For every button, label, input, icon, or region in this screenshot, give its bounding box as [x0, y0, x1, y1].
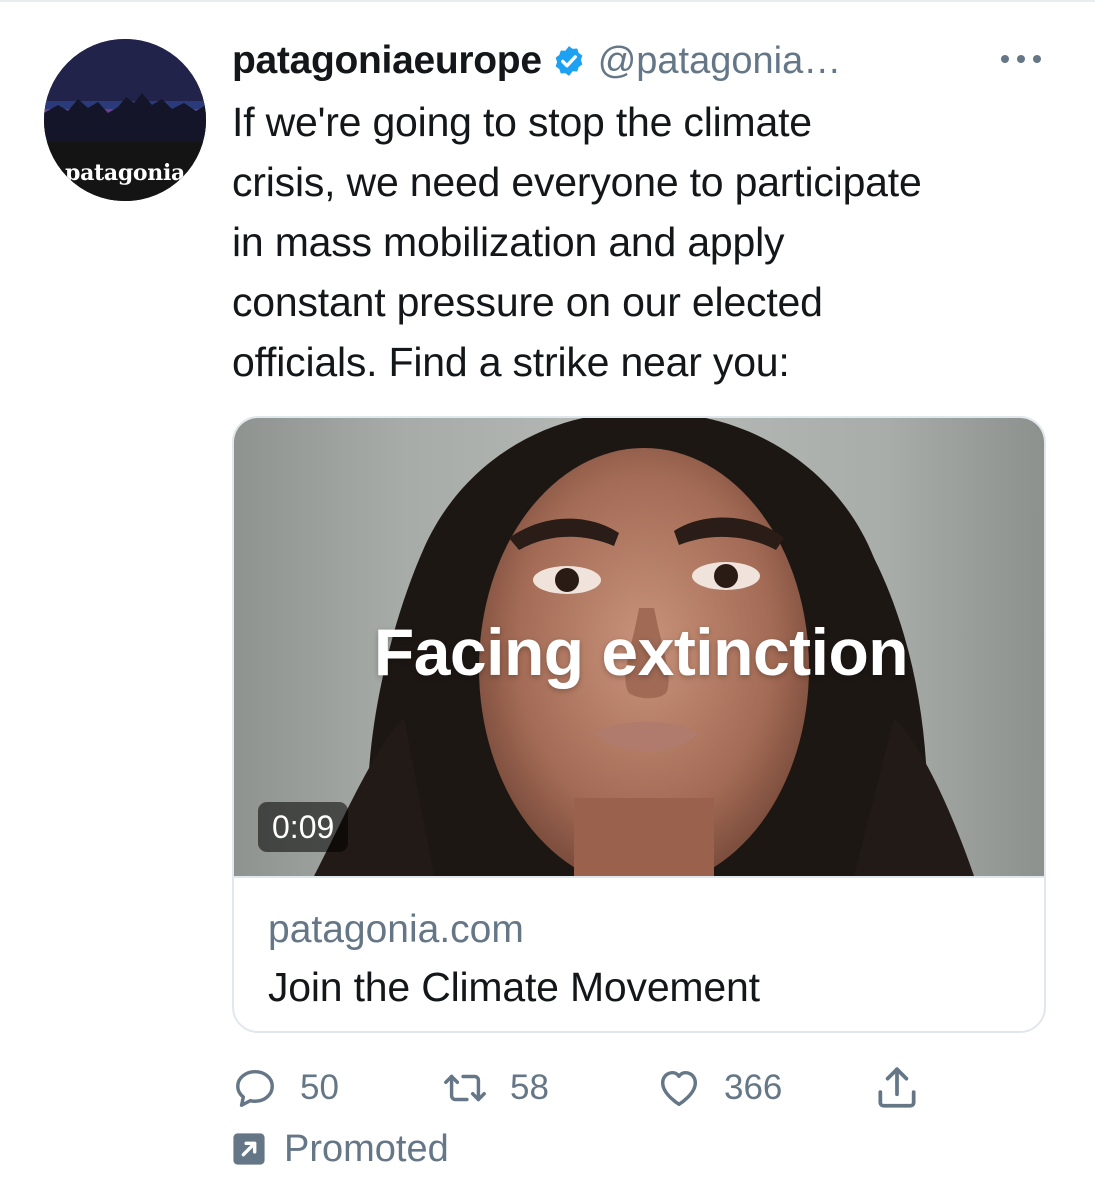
avatar-wordmark: patagonia: [64, 160, 186, 186]
promoted-text: Promoted: [284, 1127, 449, 1170]
video-player[interactable]: Facing extinction 0:09: [234, 418, 1044, 876]
reply-button[interactable]: 50: [232, 1062, 339, 1114]
video-overlay-text: Facing extinction: [373, 615, 909, 689]
retweet-button[interactable]: 58: [442, 1062, 549, 1114]
like-button[interactable]: 366: [656, 1062, 782, 1114]
tweet-header: patagoniaeurope @patagonia…: [232, 38, 841, 84]
like-count: 366: [724, 1068, 783, 1107]
card-title: Join the Climate Movement: [268, 964, 760, 1010]
reply-count: 50: [300, 1068, 339, 1107]
retweet-count: 58: [510, 1068, 549, 1107]
verified-icon: [555, 46, 583, 76]
handle[interactable]: @patagonia…: [598, 40, 842, 83]
promoted-label[interactable]: Promoted: [232, 1126, 449, 1172]
more-icon[interactable]: [996, 44, 1046, 74]
reply-icon: [236, 1069, 274, 1107]
card-link[interactable]: patagonia.com Join the Climate Movement: [234, 876, 1044, 1031]
tweet-text: If we're going to stop the climate crisi…: [232, 99, 922, 385]
display-name[interactable]: patagoniaeurope: [232, 39, 542, 83]
share-icon[interactable]: [872, 1062, 922, 1114]
like-icon: [660, 1070, 698, 1107]
avatar[interactable]: patagonia: [44, 39, 206, 201]
retweet-icon: [444, 1074, 486, 1102]
video-duration-badge: 0:09: [258, 802, 349, 852]
tweet-actions: 50 58 366: [232, 1062, 952, 1114]
top-divider: [0, 0, 1095, 2]
card-domain: patagonia.com: [268, 908, 524, 951]
promoted-icon: [233, 1133, 265, 1165]
link-card[interactable]: Facing extinction 0:09 patagonia.com Joi…: [232, 416, 1046, 1033]
